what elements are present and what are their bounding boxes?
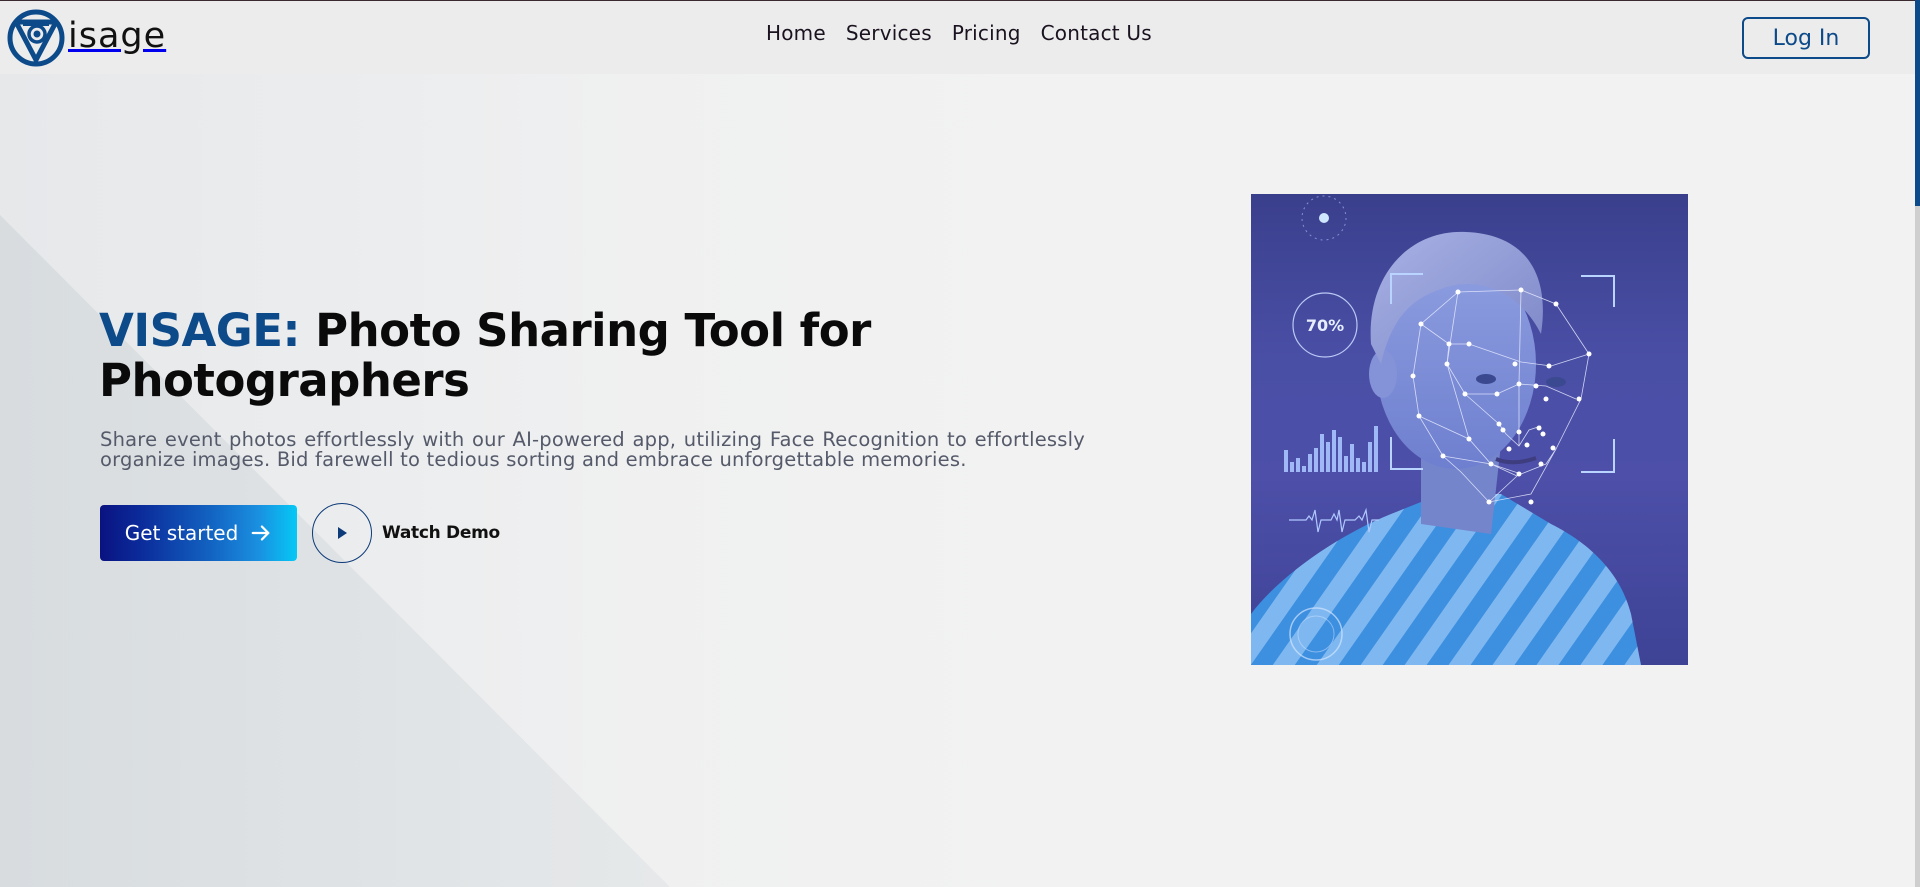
scrollbar-thumb[interactable]: [1915, 0, 1920, 206]
arrow-right-icon: [251, 525, 270, 541]
mini-bar-chart: [1284, 426, 1378, 472]
hero-image: 70%: [1251, 194, 1688, 665]
match-percent-text: 70%: [1306, 316, 1344, 335]
hero-description: Share event photos effortlessly with our…: [100, 428, 1085, 471]
main-nav: Home Services Pricing Contact Us: [766, 21, 1152, 45]
watch-demo-play-button[interactable]: [312, 503, 372, 563]
hero-title: VISAGE: Photo Sharing Tool for Photograp…: [99, 306, 899, 406]
hero-title-brand: VISAGE:: [99, 304, 300, 357]
nav-pricing[interactable]: Pricing: [952, 21, 1021, 45]
get-started-label: Get started: [124, 521, 239, 545]
page-scrollbar[interactable]: [1915, 0, 1920, 887]
login-button[interactable]: Log In: [1742, 17, 1870, 59]
play-icon: [338, 527, 347, 539]
get-started-button[interactable]: Get started: [100, 505, 297, 561]
match-percent-badge: 70%: [1292, 292, 1358, 358]
cta-row: Get started Watch Demo: [100, 503, 500, 563]
site-header: isage Home Services Pricing Contact Us L…: [0, 0, 1915, 74]
nav-contact-us[interactable]: Contact Us: [1041, 21, 1152, 45]
nav-services[interactable]: Services: [846, 21, 932, 45]
logo-text: isage: [68, 16, 167, 56]
watch-demo-link[interactable]: Watch Demo: [382, 523, 500, 543]
logo-camera-icon: [7, 9, 65, 67]
face-recognition-illustration: 70%: [1251, 195, 1641, 665]
page: isage Home Services Pricing Contact Us L…: [0, 0, 1915, 887]
nav-home[interactable]: Home: [766, 21, 826, 45]
logo[interactable]: isage: [6, 8, 166, 68]
glow-dot: [1319, 213, 1329, 223]
